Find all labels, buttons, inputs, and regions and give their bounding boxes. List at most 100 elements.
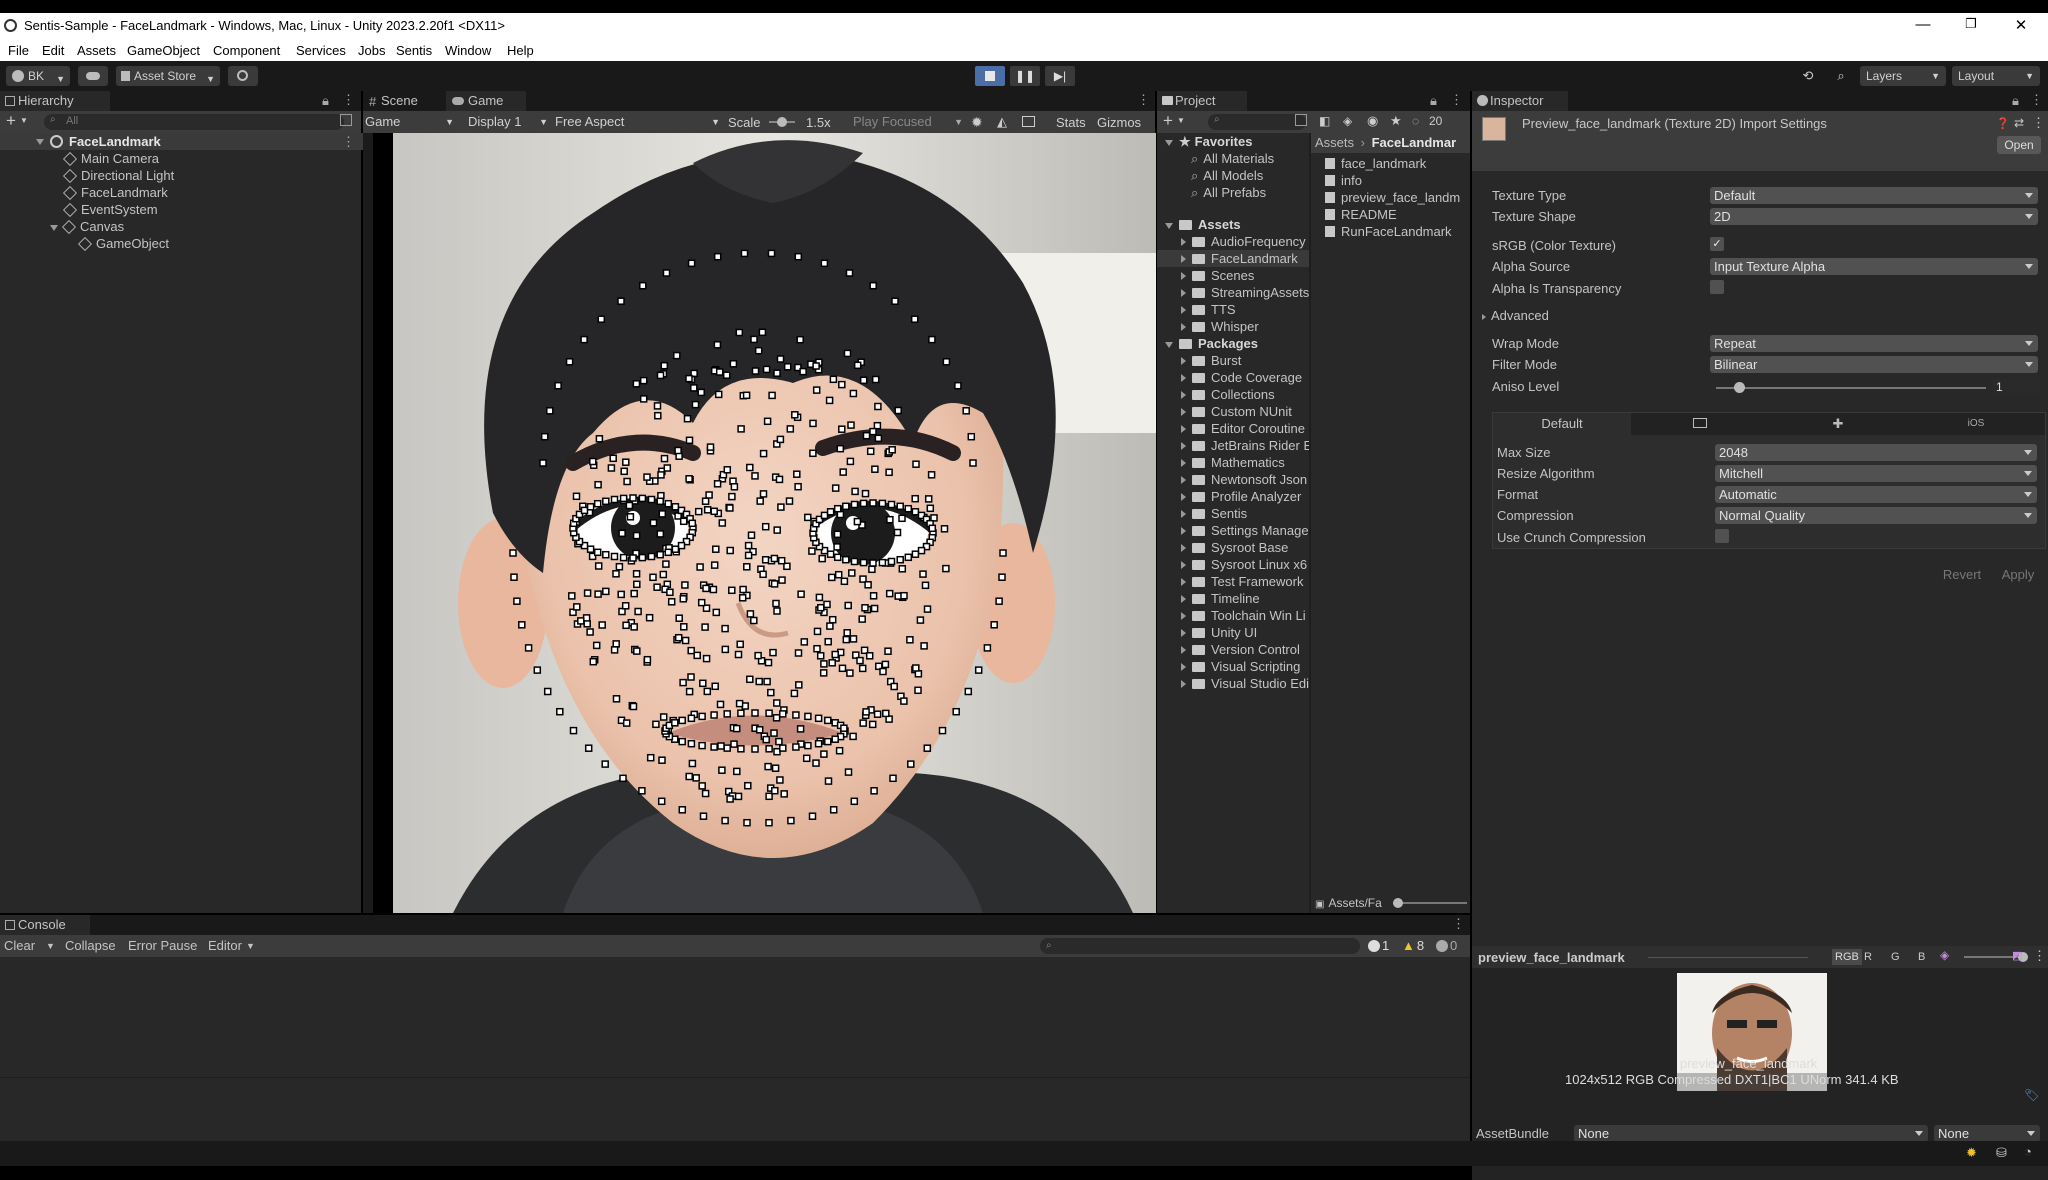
crunch-compression-checkbox[interactable] bbox=[1715, 529, 1729, 543]
package-item[interactable]: JetBrains Rider E bbox=[1181, 437, 1309, 454]
platform-tab-default[interactable]: Default bbox=[1493, 413, 1631, 435]
tab-scene[interactable]: # Scene bbox=[363, 91, 443, 111]
asset-folder-item[interactable]: Whisper bbox=[1181, 318, 1259, 335]
channel-b-button[interactable]: B bbox=[1918, 949, 1925, 965]
expand-arrow-icon[interactable] bbox=[1181, 646, 1186, 654]
expand-arrow-icon[interactable] bbox=[1181, 306, 1186, 314]
progress-check-icon[interactable]: ◔ bbox=[2024, 1144, 2032, 1159]
package-item[interactable]: Version Control bbox=[1181, 641, 1300, 658]
account-button[interactable]: BK ▼ bbox=[6, 66, 70, 86]
package-item[interactable]: Newtonsoft Json bbox=[1181, 471, 1307, 488]
expand-arrow-icon[interactable] bbox=[1181, 374, 1186, 382]
expand-arrow-icon[interactable] bbox=[1165, 140, 1173, 146]
asset-folder-item[interactable]: AudioFrequency bbox=[1181, 233, 1306, 250]
filter-mode-dropdown[interactable]: Bilinear bbox=[1710, 356, 2038, 373]
expand-arrow-icon[interactable] bbox=[1181, 527, 1186, 535]
breadcrumb-assets[interactable]: Assets bbox=[1315, 135, 1354, 150]
menu-services[interactable]: Services bbox=[296, 43, 346, 58]
expand-arrow-icon[interactable] bbox=[1181, 357, 1186, 365]
breadcrumb-current[interactable]: FaceLandmar bbox=[1372, 135, 1457, 150]
close-button[interactable]: ✕ bbox=[2006, 16, 2036, 36]
alpha-toggle-icon[interactable]: ◩ bbox=[2012, 949, 2022, 962]
aniso-slider[interactable] bbox=[1716, 382, 1986, 393]
maximize-button[interactable]: ❐ bbox=[1956, 16, 1986, 36]
assetbundle-dropdown[interactable]: None bbox=[1574, 1125, 1928, 1142]
expand-arrow-icon[interactable] bbox=[1181, 442, 1186, 450]
hierarchy-search-input[interactable]: ⌕ All bbox=[44, 114, 344, 130]
package-item[interactable]: Sentis bbox=[1181, 505, 1247, 522]
package-item[interactable]: Code Coverage bbox=[1181, 369, 1302, 386]
expand-arrow-icon[interactable] bbox=[36, 139, 44, 145]
expand-arrow-icon[interactable] bbox=[1181, 493, 1186, 501]
tab-project[interactable]: Project bbox=[1157, 91, 1247, 111]
menu-jobs[interactable]: Jobs bbox=[358, 43, 385, 58]
favorite-star-icon[interactable]: ★ bbox=[1390, 113, 1402, 129]
expand-arrow-icon[interactable] bbox=[1165, 342, 1173, 348]
editor-dropdown-icon[interactable]: ▼ bbox=[246, 935, 255, 957]
preview-menu-icon[interactable]: ⋮ bbox=[2033, 948, 2046, 964]
add-dropdown-icon[interactable]: ▼ bbox=[20, 116, 28, 125]
label-tag-icon[interactable]: 🏷︎ bbox=[2024, 1088, 2039, 1102]
channel-g-button[interactable]: G bbox=[1891, 949, 1900, 965]
format-dropdown[interactable]: Automatic bbox=[1715, 486, 2037, 503]
advanced-foldout[interactable]: Advanced bbox=[1482, 308, 1549, 323]
game-mode-dropdown[interactable]: Game ▼ bbox=[365, 111, 460, 133]
layout-dropdown[interactable]: Layout ▼ bbox=[1952, 66, 2040, 86]
file-item[interactable]: RunFaceLandmark bbox=[1325, 223, 1452, 240]
bug-report-icon[interactable]: ✹ bbox=[1966, 1145, 1977, 1161]
expand-arrow-icon[interactable] bbox=[1181, 425, 1186, 433]
expand-arrow-icon[interactable] bbox=[1181, 578, 1186, 586]
cache-icon[interactable]: ⛁ bbox=[1996, 1145, 2007, 1161]
max-size-dropdown[interactable]: 2048 bbox=[1715, 444, 2037, 461]
play-button[interactable] bbox=[975, 66, 1005, 86]
hidden-packages-icon[interactable]: ◌ bbox=[1412, 114, 1419, 128]
add-icon[interactable]: + bbox=[1163, 111, 1173, 131]
error-count-toggle[interactable]: 0 bbox=[1436, 935, 1457, 957]
color-picker-icon[interactable]: ◈ bbox=[1940, 948, 1949, 962]
expand-arrow-icon[interactable] bbox=[1181, 544, 1186, 552]
expand-arrow-icon[interactable] bbox=[1181, 391, 1186, 399]
resize-algorithm-dropdown[interactable]: Mitchell bbox=[1715, 465, 2037, 482]
expand-arrow-icon[interactable] bbox=[1165, 223, 1173, 229]
step-button[interactable]: ▶| bbox=[1045, 66, 1075, 86]
console-divider[interactable] bbox=[0, 1077, 1470, 1078]
asset-folder-item[interactable]: Scenes bbox=[1181, 267, 1254, 284]
expand-arrow-icon[interactable] bbox=[50, 225, 58, 231]
file-item[interactable]: face_landmark bbox=[1325, 155, 1426, 172]
package-item[interactable]: Sysroot Base bbox=[1181, 539, 1288, 556]
kebab-menu-icon[interactable]: ⋮ bbox=[2030, 92, 2043, 108]
assetbundle-variant-dropdown[interactable]: None bbox=[1934, 1125, 2040, 1142]
alpha-transparency-checkbox[interactable] bbox=[1710, 280, 1724, 294]
expand-arrow-icon[interactable] bbox=[1181, 238, 1186, 246]
mute-audio-icon[interactable]: ✹ bbox=[971, 114, 983, 131]
presets-icon[interactable]: ⇄ bbox=[2014, 116, 2024, 130]
package-item[interactable]: Timeline bbox=[1181, 590, 1260, 607]
search-options-icon[interactable] bbox=[340, 114, 352, 126]
kebab-menu-icon[interactable]: ⋮ bbox=[1137, 92, 1150, 108]
warning-count-toggle[interactable]: ▲ 8 bbox=[1402, 935, 1424, 957]
history-icon[interactable]: ⟲ bbox=[1795, 66, 1821, 86]
texture-shape-dropdown[interactable]: 2D bbox=[1710, 208, 2038, 225]
hierarchy-item-gameobject[interactable]: GameObject bbox=[77, 235, 169, 252]
filter-type-icon[interactable]: ◧ bbox=[1319, 114, 1330, 128]
packages-header[interactable]: Packages bbox=[1165, 335, 1258, 352]
scene-menu-icon[interactable]: ⋮ bbox=[342, 133, 355, 150]
clear-button[interactable]: Clear bbox=[4, 935, 35, 957]
package-item[interactable]: Collections bbox=[1181, 386, 1275, 403]
menu-help[interactable]: Help bbox=[507, 43, 534, 58]
play-focused-dropdown[interactable]: Play Focused ▼ bbox=[853, 111, 965, 133]
search-icon[interactable]: ⌕ bbox=[1828, 66, 1854, 86]
expand-arrow-icon[interactable] bbox=[1181, 612, 1186, 620]
package-item[interactable]: Sysroot Linux x6 bbox=[1181, 556, 1307, 573]
package-item[interactable]: Settings Manage bbox=[1181, 522, 1309, 539]
aspect-dropdown[interactable]: Free Aspect ▼ bbox=[555, 111, 722, 133]
expand-arrow-icon[interactable] bbox=[1181, 680, 1186, 688]
channel-r-button[interactable]: R bbox=[1864, 949, 1872, 965]
package-item[interactable]: Visual Scripting bbox=[1181, 658, 1300, 675]
add-dropdown-icon[interactable]: ▼ bbox=[1177, 116, 1185, 125]
game-render-view[interactable] bbox=[393, 133, 1156, 913]
lock-icon[interactable]: 🔒︎ bbox=[2012, 93, 2019, 109]
package-item[interactable]: Visual Studio Edi bbox=[1181, 675, 1309, 692]
package-item[interactable]: Toolchain Win Li bbox=[1181, 607, 1306, 624]
menu-edit[interactable]: Edit bbox=[42, 43, 64, 58]
